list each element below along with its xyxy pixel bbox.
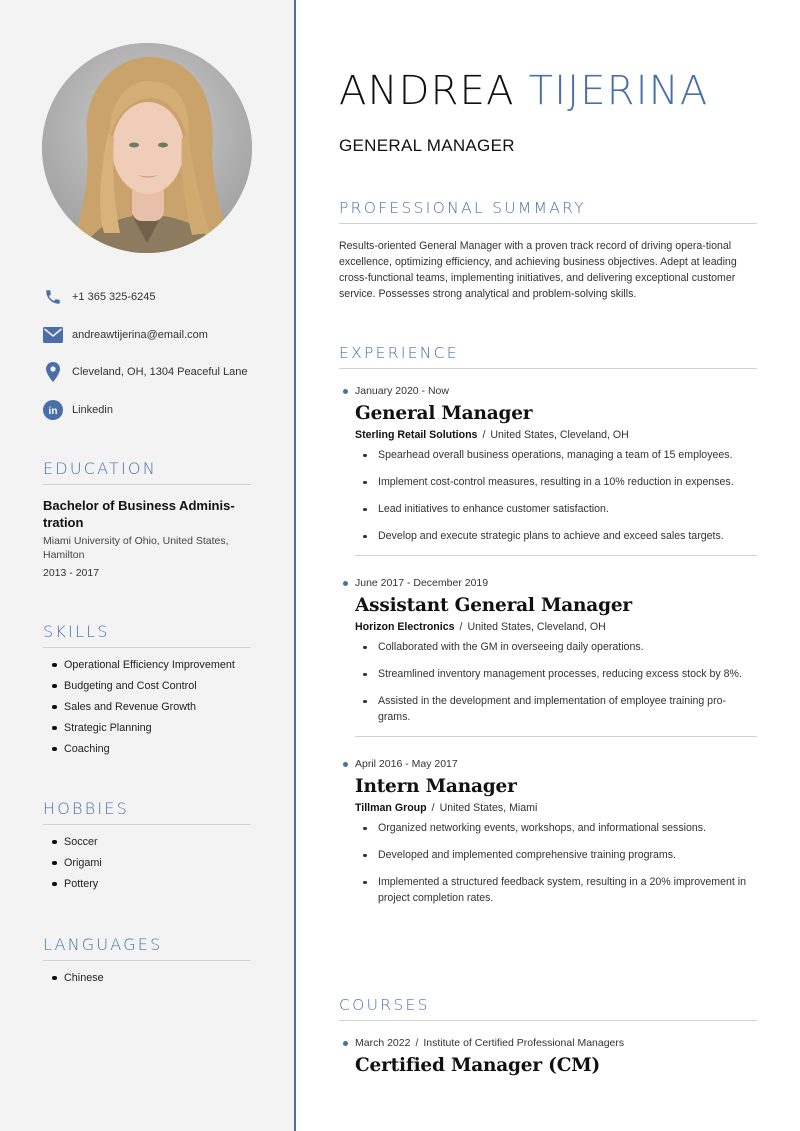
job-bullet: Developed and implemented comprehensive …	[363, 847, 757, 863]
job-company: Horizon Electronics	[355, 621, 455, 633]
experience-heading: EXPERIENCE	[339, 344, 757, 369]
education-degree: Bachelor of Business Adminis-tration	[43, 498, 235, 530]
courses-heading: COURSES	[339, 996, 757, 1021]
contact-list: +1 365 325-6245 andreawtijerina@email.co…	[43, 286, 273, 436]
job-bullets: Collaborated with the GM in overseeing d…	[339, 639, 757, 725]
job-location: United States, Cleveland, OH	[467, 621, 606, 633]
job-divider	[355, 736, 757, 737]
course-entry: March 2022 / Institute of Certified Profes…	[339, 1037, 757, 1076]
job-company-line: Sterling Retail Solutions / United States,…	[339, 429, 757, 441]
job-bullet: Organized networking events, workshops, …	[363, 820, 757, 836]
job-dates: January 2020 - Now	[339, 385, 757, 397]
job-bullet: Lead initiatives to enhance customer sat…	[363, 501, 757, 517]
job-entry: April 2016 - May 2017 Intern Manager Til…	[339, 758, 757, 906]
language-item: Chinese	[43, 971, 251, 992]
course-meta: March 2022 / Institute of Certified Profes…	[339, 1037, 757, 1049]
hobby-item: Origami	[43, 856, 251, 877]
email-icon	[43, 325, 63, 345]
first-name: ANDREA	[339, 68, 515, 114]
education-school: Miami University of Ohio, United States,…	[43, 535, 229, 561]
profile-photo	[42, 43, 252, 253]
full-name: ANDREA TIJERINA	[339, 68, 708, 114]
job-location: United States, Miami	[439, 802, 538, 814]
svg-text:in: in	[49, 405, 58, 416]
summary-section: PROFESSIONAL SUMMARY Results-oriented Ge…	[339, 199, 757, 302]
languages-section: LANGUAGES Chinese	[43, 935, 251, 992]
job-dates: April 2016 - May 2017	[339, 758, 757, 770]
separator: /	[459, 621, 463, 633]
skill-item: Sales and Revenue Growth	[43, 700, 251, 721]
job-bullet: Spearhead overall business operations, m…	[363, 447, 757, 463]
separator: /	[482, 429, 486, 441]
job-company: Sterling Retail Solutions	[355, 429, 478, 441]
skill-item: Strategic Planning	[43, 721, 251, 742]
job-location: United States, Cleveland, OH	[490, 429, 629, 441]
contact-linkedin[interactable]: in Linkedin	[43, 399, 273, 421]
address: Cleveland, OH, 1304 Peaceful Lane	[72, 366, 248, 378]
job-bullets: Organized networking events, workshops, …	[339, 820, 757, 906]
job-role: General Manager	[355, 403, 533, 424]
summary-text: Results-oriented General Manager with a …	[339, 240, 737, 300]
languages-heading: LANGUAGES	[43, 935, 251, 961]
job-title: GENERAL MANAGER	[339, 136, 515, 155]
linkedin-link[interactable]: Linkedin	[72, 404, 113, 416]
hobby-item: Pottery	[43, 877, 251, 898]
courses-section: COURSES March 2022 / Institute of Certifie…	[339, 996, 757, 1076]
course-title: Certified Manager (CM)	[355, 1055, 601, 1076]
linkedin-icon: in	[43, 399, 63, 420]
email-address: andreawtijerina@email.com	[72, 328, 208, 341]
job-dates: June 2017 - December 2019	[339, 577, 757, 589]
education-years: 2013 - 2017	[43, 567, 100, 579]
job-entry: June 2017 - December 2019 Assistant Gene…	[339, 577, 757, 737]
phone-icon	[43, 287, 63, 307]
skills-heading: SKILLS	[43, 622, 251, 648]
job-bullet: Develop and execute strategic plans to a…	[363, 528, 757, 544]
job-role: Intern Manager	[355, 776, 517, 797]
job-bullet: Assisted in the development and implemen…	[363, 693, 757, 725]
skill-item: Operational Efficiency Improvement	[43, 658, 251, 679]
portrait-illustration	[42, 43, 252, 253]
job-bullet: Streamlined inventory management process…	[363, 666, 757, 682]
education-section: EDUCATION Bachelor of Business Adminis-t…	[43, 459, 251, 579]
skills-section: SKILLS Operational Efficiency Improvemen…	[43, 622, 251, 763]
sidebar: +1 365 325-6245 andreawtijerina@email.co…	[0, 0, 296, 1131]
hobby-item: Soccer	[43, 835, 251, 856]
job-entry: January 2020 - Now General Manager Sterl…	[339, 385, 757, 556]
hobbies-list: Soccer Origami Pottery	[43, 835, 251, 898]
separator: /	[431, 802, 435, 814]
skill-item: Coaching	[43, 742, 251, 763]
course-date: March 2022	[355, 1037, 411, 1049]
phone-number: +1 365 325-6245	[72, 291, 156, 303]
job-company: Tillman Group	[355, 802, 427, 814]
hobbies-heading: HOBBIES	[43, 799, 251, 825]
experience-section: EXPERIENCE January 2020 - Now General Ma…	[339, 344, 757, 917]
job-company-line: Tillman Group / United States, Miami	[339, 802, 757, 814]
job-bullet: Collaborated with the GM in overseeing d…	[363, 639, 757, 655]
job-bullets: Spearhead overall business operations, m…	[339, 447, 757, 544]
separator: /	[415, 1037, 419, 1049]
skill-item: Budgeting and Cost Control	[43, 679, 251, 700]
job-bullet: Implemented a structured feedback system…	[363, 874, 757, 906]
job-bullet: Implement cost-control measures, resulti…	[363, 474, 757, 490]
contact-email[interactable]: andreawtijerina@email.com	[43, 324, 273, 346]
education-heading: EDUCATION	[43, 459, 251, 485]
skills-list: Operational Efficiency Improvement Budge…	[43, 658, 251, 763]
course-institution: Institute of Certified Professional Mana…	[423, 1037, 625, 1049]
summary-heading: PROFESSIONAL SUMMARY	[339, 199, 757, 224]
contact-address: Cleveland, OH, 1304 Peaceful Lane	[43, 361, 273, 383]
job-company-line: Horizon Electronics / United States, Cleve…	[339, 621, 757, 633]
job-role: Assistant General Manager	[355, 595, 632, 616]
languages-list: Chinese	[43, 971, 251, 992]
contact-phone[interactable]: +1 365 325-6245	[43, 286, 273, 308]
last-name: TIJERINA	[528, 68, 709, 114]
location-pin-icon	[43, 362, 63, 382]
job-divider	[355, 555, 757, 556]
hobbies-section: HOBBIES Soccer Origami Pottery	[43, 799, 251, 898]
